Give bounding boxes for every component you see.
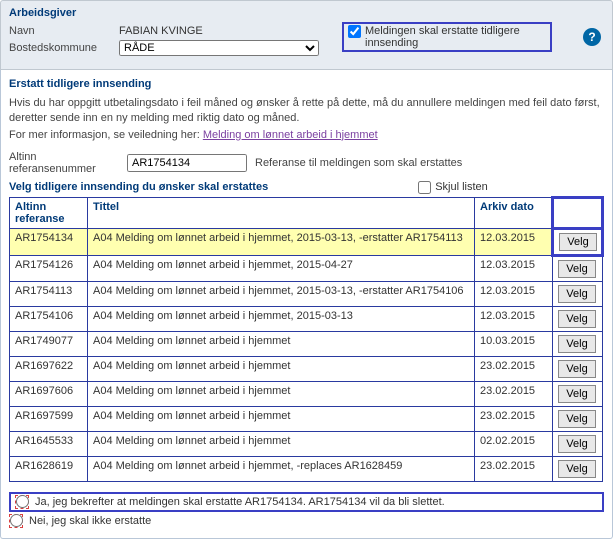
velg-button[interactable]: Velg <box>558 460 596 478</box>
cell-ref: AR1628619 <box>10 456 88 481</box>
cell-action: Velg <box>553 456 603 481</box>
cell-ref: AR1697606 <box>10 381 88 406</box>
cell-action: Velg <box>553 281 603 306</box>
velg-button[interactable]: Velg <box>558 335 596 353</box>
table-row: AR1628619A04 Melding om lønnet arbeid i … <box>10 456 603 481</box>
table-row: AR1697599A04 Melding om lønnet arbeid i … <box>10 406 603 431</box>
cell-ref: AR1754126 <box>10 255 88 281</box>
skjul-checkbox[interactable] <box>418 181 431 194</box>
cell-ref: AR1645533 <box>10 431 88 456</box>
cell-title: A04 Melding om lønnet arbeid i hjemmet, … <box>88 306 475 331</box>
table-row: AR1754126A04 Melding om lønnet arbeid i … <box>10 255 603 281</box>
velg-button[interactable]: Velg <box>559 233 597 251</box>
cell-action: Velg <box>553 255 603 281</box>
velg-button[interactable]: Velg <box>558 385 596 403</box>
velg-button[interactable]: Velg <box>558 410 596 428</box>
cell-date: 02.02.2015 <box>475 431 553 456</box>
cell-title: A04 Melding om lønnet arbeid i hjemmet, … <box>88 456 475 481</box>
table-row: AR1645533A04 Melding om lønnet arbeid i … <box>10 431 603 456</box>
kommune-label: Bostedskommune <box>9 42 119 54</box>
cell-title: A04 Melding om lønnet arbeid i hjemmet, … <box>88 281 475 306</box>
table-row: AR1697622A04 Melding om lønnet arbeid i … <box>10 356 603 381</box>
cell-date: 12.03.2015 <box>475 228 553 255</box>
cell-title: A04 Melding om lønnet arbeid i hjemmet <box>88 331 475 356</box>
listheader-title: Velg tidligere innsending du ønsker skal… <box>9 181 268 193</box>
cell-ref: AR1754106 <box>10 306 88 331</box>
cell-action: Velg <box>553 331 603 356</box>
skjul-label: Skjul listen <box>435 181 488 193</box>
cell-action: Velg <box>553 431 603 456</box>
cell-date: 10.03.2015 <box>475 331 553 356</box>
veiledning-link[interactable]: Melding om lønnet arbeid i hjemmet <box>203 129 378 141</box>
table-row: AR1754106A04 Melding om lønnet arbeid i … <box>10 306 603 331</box>
cell-date: 23.02.2015 <box>475 456 553 481</box>
cell-title: A04 Melding om lønnet arbeid i hjemmet, … <box>88 255 475 281</box>
refnr-input[interactable] <box>127 154 247 172</box>
cell-action: Velg <box>553 381 603 406</box>
cell-title: A04 Melding om lønnet arbeid i hjemmet, … <box>88 228 475 255</box>
table-row: AR1749077A04 Melding om lønnet arbeid i … <box>10 331 603 356</box>
cell-date: 12.03.2015 <box>475 255 553 281</box>
confirm-yes-label: Ja, jeg bekrefter at meldingen skal erst… <box>35 496 445 508</box>
velg-button[interactable]: Velg <box>558 310 596 328</box>
cell-ref: AR1749077 <box>10 331 88 356</box>
cell-action: Velg <box>553 406 603 431</box>
erstatt-text-2: For mer informasjon, se veiledning her: … <box>9 128 604 143</box>
navn-label: Navn <box>9 25 119 37</box>
innsending-table: Altinn referanse Tittel Arkiv dato AR175… <box>9 196 604 482</box>
cell-title: A04 Melding om lønnet arbeid i hjemmet <box>88 431 475 456</box>
cell-ref: AR1697622 <box>10 356 88 381</box>
col-action-header <box>553 197 603 228</box>
velg-button[interactable]: Velg <box>558 435 596 453</box>
cell-action: Velg <box>553 228 603 255</box>
cell-date: 23.02.2015 <box>475 381 553 406</box>
velg-button[interactable]: Velg <box>558 285 596 303</box>
kommune-select[interactable]: RÅDE <box>119 40 319 56</box>
cell-ref: AR1697599 <box>10 406 88 431</box>
cell-title: A04 Melding om lønnet arbeid i hjemmet <box>88 356 475 381</box>
navn-value: FABIAN KVINGE <box>119 25 203 37</box>
replace-checkbox-group: Meldingen skal erstatte tidligere innsen… <box>342 22 552 52</box>
velg-button[interactable]: Velg <box>558 260 596 278</box>
table-row: AR1754134A04 Melding om lønnet arbeid i … <box>10 228 603 255</box>
arbeidsgiver-heading: Arbeidsgiver <box>9 7 604 19</box>
velg-button[interactable]: Velg <box>558 360 596 378</box>
erstatt-text-2-prefix: For mer informasjon, se veiledning her: <box>9 129 203 141</box>
help-icon[interactable]: ? <box>583 28 601 46</box>
cell-action: Velg <box>553 356 603 381</box>
cell-title: A04 Melding om lønnet arbeid i hjemmet <box>88 406 475 431</box>
col-date-header: Arkiv dato <box>475 197 553 228</box>
confirm-no-label: Nei, jeg skal ikke erstatte <box>29 515 151 527</box>
col-ref-header: Altinn referanse <box>10 197 88 228</box>
cell-date: 12.03.2015 <box>475 306 553 331</box>
confirm-yes-radio[interactable] <box>16 495 29 508</box>
refnr-hint: Referanse til meldingen som skal erstatt… <box>255 157 462 169</box>
erstatt-text-1: Hvis du har oppgitt utbetalingsdato i fe… <box>9 96 604 126</box>
cell-ref: AR1754134 <box>10 228 88 255</box>
col-title-header: Tittel <box>88 197 475 228</box>
cell-action: Velg <box>553 306 603 331</box>
replace-checkbox[interactable] <box>348 25 361 38</box>
confirm-yes-row: Ja, jeg bekrefter at meldingen skal erst… <box>9 492 604 512</box>
cell-ref: AR1754113 <box>10 281 88 306</box>
cell-date: 23.02.2015 <box>475 406 553 431</box>
table-row: AR1754113A04 Melding om lønnet arbeid i … <box>10 281 603 306</box>
erstatt-heading: Erstatt tidligere innsending <box>9 78 604 90</box>
confirm-no-radio[interactable] <box>10 514 23 527</box>
replace-checkbox-label: Meldingen skal erstatte tidligere innsen… <box>365 25 544 49</box>
cell-title: A04 Melding om lønnet arbeid i hjemmet <box>88 381 475 406</box>
cell-date: 23.02.2015 <box>475 356 553 381</box>
table-row: AR1697606A04 Melding om lønnet arbeid i … <box>10 381 603 406</box>
confirm-no-row: Nei, jeg skal ikke erstatte <box>9 512 604 530</box>
refnr-label: Altinn referansenummer <box>9 151 119 175</box>
cell-date: 12.03.2015 <box>475 281 553 306</box>
